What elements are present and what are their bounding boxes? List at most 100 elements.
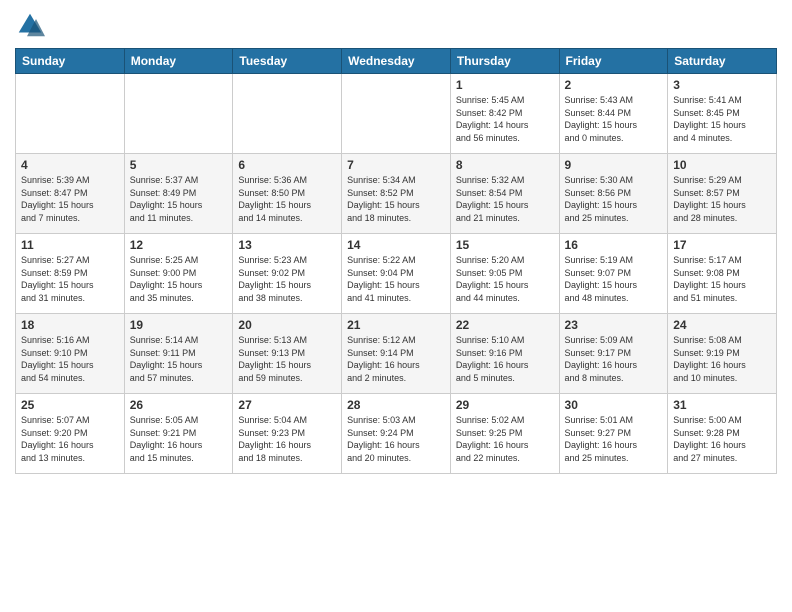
day-number: 3 <box>673 78 771 92</box>
day-info: Sunrise: 5:09 AM Sunset: 9:17 PM Dayligh… <box>565 334 663 384</box>
day-cell <box>124 74 233 154</box>
day-number: 2 <box>565 78 663 92</box>
day-info: Sunrise: 5:32 AM Sunset: 8:54 PM Dayligh… <box>456 174 554 224</box>
day-cell: 21 Sunrise: 5:12 AM Sunset: 9:14 PM Dayli… <box>342 314 451 394</box>
day-number: 10 <box>673 158 771 172</box>
day-cell: 1 Sunrise: 5:45 AM Sunset: 8:42 PM Daylig… <box>450 74 559 154</box>
day-number: 11 <box>21 238 119 252</box>
day-cell: 24 Sunrise: 5:08 AM Sunset: 9:19 PM Dayli… <box>668 314 777 394</box>
day-info: Sunrise: 5:10 AM Sunset: 9:16 PM Dayligh… <box>456 334 554 384</box>
day-cell <box>233 74 342 154</box>
week-row-1: 1 Sunrise: 5:45 AM Sunset: 8:42 PM Daylig… <box>16 74 777 154</box>
day-number: 16 <box>565 238 663 252</box>
day-info: Sunrise: 5:30 AM Sunset: 8:56 PM Dayligh… <box>565 174 663 224</box>
day-cell: 8 Sunrise: 5:32 AM Sunset: 8:54 PM Daylig… <box>450 154 559 234</box>
main-container: SundayMondayTuesdayWednesdayThursdayFrid… <box>0 0 792 484</box>
day-cell: 7 Sunrise: 5:34 AM Sunset: 8:52 PM Daylig… <box>342 154 451 234</box>
day-cell: 10 Sunrise: 5:29 AM Sunset: 8:57 PM Dayli… <box>668 154 777 234</box>
day-info: Sunrise: 5:12 AM Sunset: 9:14 PM Dayligh… <box>347 334 445 384</box>
day-cell: 12Sunrise: 5:25 AM Sunset: 9:00 PM Dayli… <box>124 234 233 314</box>
day-number: 22 <box>456 318 554 332</box>
weekday-header-tuesday: Tuesday <box>233 49 342 74</box>
day-number: 27 <box>238 398 336 412</box>
day-info: Sunrise: 5:03 AM Sunset: 9:24 PM Dayligh… <box>347 414 445 464</box>
day-cell: 4Sunrise: 5:39 AM Sunset: 8:47 PM Daylig… <box>16 154 125 234</box>
day-number: 13 <box>238 238 336 252</box>
day-cell: 26 Sunrise: 5:05 AM Sunset: 9:21 PM Dayli… <box>124 394 233 474</box>
day-number: 15 <box>456 238 554 252</box>
day-number: 29 <box>456 398 554 412</box>
day-cell: 3 Sunrise: 5:41 AM Sunset: 8:45 PM Daylig… <box>668 74 777 154</box>
header <box>15 10 777 40</box>
day-number: 4 <box>21 158 119 172</box>
day-cell: 14 Sunrise: 5:22 AM Sunset: 9:04 PM Dayli… <box>342 234 451 314</box>
day-info: Sunrise: 5:16 AM Sunset: 9:10 PM Dayligh… <box>21 334 119 384</box>
day-info: Sunrise: 5:13 AM Sunset: 9:13 PM Dayligh… <box>238 334 336 384</box>
day-number: 7 <box>347 158 445 172</box>
day-number: 12 <box>130 238 228 252</box>
weekday-header-monday: Monday <box>124 49 233 74</box>
day-number: 9 <box>565 158 663 172</box>
day-info: Sunrise: 5:43 AM Sunset: 8:44 PM Dayligh… <box>565 94 663 144</box>
day-info: Sunrise: 5:36 AM Sunset: 8:50 PM Dayligh… <box>238 174 336 224</box>
weekday-header-wednesday: Wednesday <box>342 49 451 74</box>
day-cell: 18 Sunrise: 5:16 AM Sunset: 9:10 PM Dayli… <box>16 314 125 394</box>
day-cell: 17 Sunrise: 5:17 AM Sunset: 9:08 PM Dayli… <box>668 234 777 314</box>
day-info: Sunrise: 5:34 AM Sunset: 8:52 PM Dayligh… <box>347 174 445 224</box>
day-info: Sunrise: 5:05 AM Sunset: 9:21 PM Dayligh… <box>130 414 228 464</box>
day-info: Sunrise: 5:19 AM Sunset: 9:07 PM Dayligh… <box>565 254 663 304</box>
day-cell: 20 Sunrise: 5:13 AM Sunset: 9:13 PM Dayli… <box>233 314 342 394</box>
day-cell: 22 Sunrise: 5:10 AM Sunset: 9:16 PM Dayli… <box>450 314 559 394</box>
day-cell: 28 Sunrise: 5:03 AM Sunset: 9:24 PM Dayli… <box>342 394 451 474</box>
day-number: 18 <box>21 318 119 332</box>
day-number: 20 <box>238 318 336 332</box>
logo-icon <box>15 10 45 40</box>
day-cell: 13 Sunrise: 5:23 AM Sunset: 9:02 PM Dayli… <box>233 234 342 314</box>
day-cell: 6 Sunrise: 5:36 AM Sunset: 8:50 PM Daylig… <box>233 154 342 234</box>
weekday-header-friday: Friday <box>559 49 668 74</box>
day-cell: 29 Sunrise: 5:02 AM Sunset: 9:25 PM Dayli… <box>450 394 559 474</box>
day-info: Sunrise: 5:27 AM Sunset: 8:59 PM Dayligh… <box>21 254 119 304</box>
day-info: Sunrise: 5:20 AM Sunset: 9:05 PM Dayligh… <box>456 254 554 304</box>
day-number: 19 <box>130 318 228 332</box>
day-cell: 9 Sunrise: 5:30 AM Sunset: 8:56 PM Daylig… <box>559 154 668 234</box>
day-number: 17 <box>673 238 771 252</box>
weekday-header-saturday: Saturday <box>668 49 777 74</box>
day-cell: 27 Sunrise: 5:04 AM Sunset: 9:23 PM Dayli… <box>233 394 342 474</box>
day-cell: 30Sunrise: 5:01 AM Sunset: 9:27 PM Dayli… <box>559 394 668 474</box>
day-number: 1 <box>456 78 554 92</box>
week-row-3: 11 Sunrise: 5:27 AM Sunset: 8:59 PM Dayli… <box>16 234 777 314</box>
day-info: Sunrise: 5:01 AM Sunset: 9:27 PM Dayligh… <box>565 414 663 464</box>
day-cell: 23 Sunrise: 5:09 AM Sunset: 9:17 PM Dayli… <box>559 314 668 394</box>
day-number: 8 <box>456 158 554 172</box>
weekday-header-sunday: Sunday <box>16 49 125 74</box>
day-info: Sunrise: 5:23 AM Sunset: 9:02 PM Dayligh… <box>238 254 336 304</box>
day-info: Sunrise: 5:02 AM Sunset: 9:25 PM Dayligh… <box>456 414 554 464</box>
day-cell: 19Sunrise: 5:14 AM Sunset: 9:11 PM Dayli… <box>124 314 233 394</box>
day-cell <box>342 74 451 154</box>
day-number: 14 <box>347 238 445 252</box>
day-number: 26 <box>130 398 228 412</box>
day-cell: 5Sunrise: 5:37 AM Sunset: 8:49 PM Daylig… <box>124 154 233 234</box>
day-info: Sunrise: 5:22 AM Sunset: 9:04 PM Dayligh… <box>347 254 445 304</box>
day-cell: 2 Sunrise: 5:43 AM Sunset: 8:44 PM Daylig… <box>559 74 668 154</box>
day-info: Sunrise: 5:17 AM Sunset: 9:08 PM Dayligh… <box>673 254 771 304</box>
weekday-header-thursday: Thursday <box>450 49 559 74</box>
day-number: 23 <box>565 318 663 332</box>
day-cell: 31Sunrise: 5:00 AM Sunset: 9:28 PM Dayli… <box>668 394 777 474</box>
weekday-header-row: SundayMondayTuesdayWednesdayThursdayFrid… <box>16 49 777 74</box>
day-number: 21 <box>347 318 445 332</box>
day-number: 24 <box>673 318 771 332</box>
day-info: Sunrise: 5:45 AM Sunset: 8:42 PM Dayligh… <box>456 94 554 144</box>
day-info: Sunrise: 5:00 AM Sunset: 9:28 PM Dayligh… <box>673 414 771 464</box>
day-info: Sunrise: 5:29 AM Sunset: 8:57 PM Dayligh… <box>673 174 771 224</box>
day-number: 6 <box>238 158 336 172</box>
day-number: 28 <box>347 398 445 412</box>
day-info: Sunrise: 5:08 AM Sunset: 9:19 PM Dayligh… <box>673 334 771 384</box>
day-info: Sunrise: 5:37 AM Sunset: 8:49 PM Dayligh… <box>130 174 228 224</box>
calendar-table: SundayMondayTuesdayWednesdayThursdayFrid… <box>15 48 777 474</box>
day-info: Sunrise: 5:04 AM Sunset: 9:23 PM Dayligh… <box>238 414 336 464</box>
day-cell: 11 Sunrise: 5:27 AM Sunset: 8:59 PM Dayli… <box>16 234 125 314</box>
day-cell: 25Sunrise: 5:07 AM Sunset: 9:20 PM Dayli… <box>16 394 125 474</box>
day-info: Sunrise: 5:41 AM Sunset: 8:45 PM Dayligh… <box>673 94 771 144</box>
